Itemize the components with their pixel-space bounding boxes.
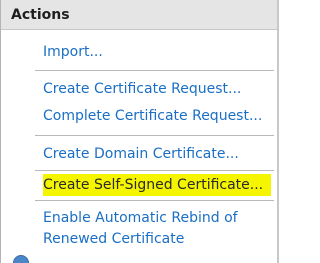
help-icon[interactable] (13, 255, 29, 263)
actions-pane: Actions Import... Create Certificate Req… (0, 0, 279, 263)
enable-automatic-rebind-link[interactable]: Enable Automatic Rebind of Renewed Certi… (43, 208, 238, 250)
import-link[interactable]: Import... (43, 42, 103, 62)
create-self-signed-certificate-link[interactable]: Create Self-Signed Certificate... (43, 175, 263, 195)
enable-automatic-rebind-line2: Renewed Certificate (43, 231, 185, 247)
actions-header: Actions (1, 0, 277, 30)
separator (35, 135, 274, 136)
complete-certificate-request-link[interactable]: Complete Certificate Request... (43, 106, 262, 126)
actions-title: Actions (11, 7, 70, 23)
separator (35, 200, 274, 201)
create-certificate-request-link[interactable]: Create Certificate Request... (43, 79, 241, 99)
enable-automatic-rebind-line1: Enable Automatic Rebind of (43, 210, 238, 226)
separator (35, 170, 274, 171)
separator (35, 70, 274, 71)
create-domain-certificate-link[interactable]: Create Domain Certificate... (43, 144, 239, 164)
